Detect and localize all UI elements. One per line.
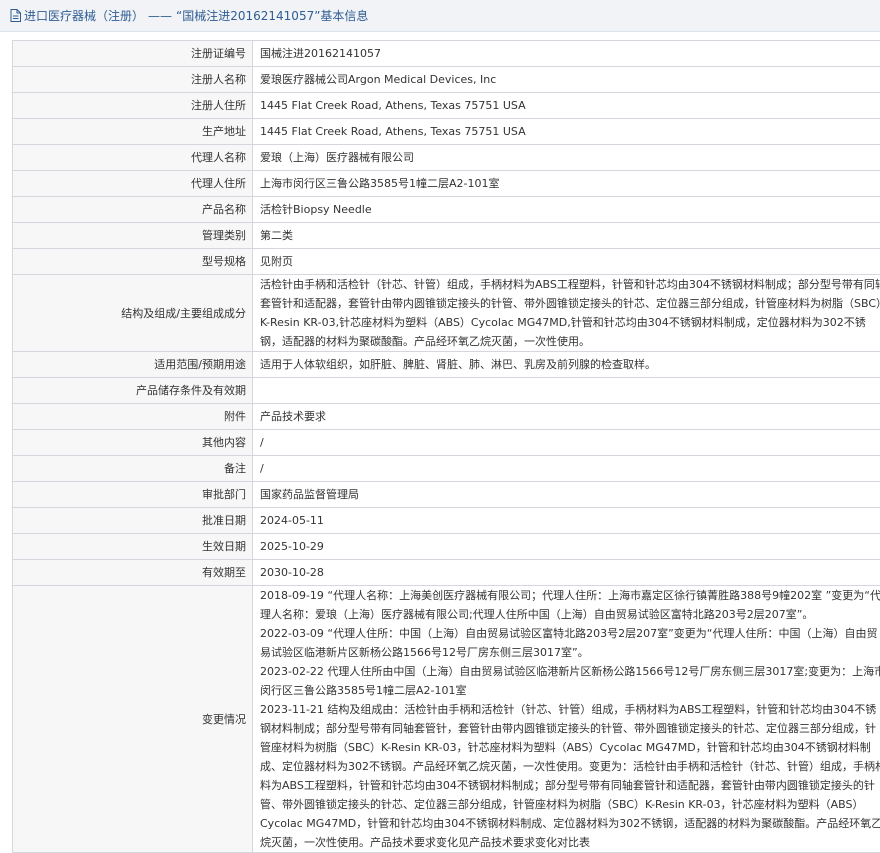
change-entry: 2023-02-22 代理人住所由中国（上海）自由贸易试验区临港新片区新杨公路1… xyxy=(260,662,880,700)
change-entry: 2023-11-21 结构及组成由：活检针由手柄和活检针（针芯、针管）组成，手柄… xyxy=(260,700,880,852)
value-management-class: 第二类 xyxy=(253,223,880,249)
change-entry: 2018-09-19 “代理人名称：上海美创医疗器械有限公司；代理人住所：上海市… xyxy=(260,586,880,624)
value-registrant-name: 爱琅医疗器械公司Argon Medical Devices, Inc xyxy=(253,67,880,93)
label-storage: 产品储存条件及有效期 xyxy=(13,378,253,404)
value-model-spec: 见附页 xyxy=(253,249,880,275)
value-other: / xyxy=(253,430,880,456)
label-changes: 变更情况 xyxy=(13,586,253,853)
row-agent-address: 代理人住所 上海市闵行区三鲁公路3585号1幢二层A2-101室 xyxy=(13,171,880,197)
row-registrant-address: 注册人住所 1445 Flat Creek Road, Athens, Texa… xyxy=(13,93,880,119)
info-table-wrapper: 注册证编号 国械注进20162141057 注册人名称 爱琅医疗器械公司Argo… xyxy=(12,40,880,853)
value-remark: / xyxy=(253,456,880,482)
row-effective-date: 生效日期 2025-10-29 xyxy=(13,534,880,560)
row-product-name: 产品名称 活检针Biopsy Needle xyxy=(13,197,880,223)
row-expiry-date: 有效期至 2030-10-28 xyxy=(13,560,880,586)
row-production-address: 生产地址 1445 Flat Creek Road, Athens, Texas… xyxy=(13,119,880,145)
label-production-address: 生产地址 xyxy=(13,119,253,145)
value-storage xyxy=(253,378,880,404)
value-agent-name: 爱琅（上海）医疗器械有限公司 xyxy=(253,145,880,171)
value-approval-date: 2024-05-11 xyxy=(253,508,880,534)
value-registrant-address: 1445 Flat Creek Road, Athens, Texas 7575… xyxy=(253,93,880,119)
row-approval-date: 批准日期 2024-05-11 xyxy=(13,508,880,534)
row-storage: 产品储存条件及有效期 xyxy=(13,378,880,404)
label-approval-dept: 审批部门 xyxy=(13,482,253,508)
header-separator: —— xyxy=(148,9,172,23)
label-registrant-address: 注册人住所 xyxy=(13,93,253,119)
label-registrant-name: 注册人名称 xyxy=(13,67,253,93)
row-remark: 备注 / xyxy=(13,456,880,482)
label-agent-address: 代理人住所 xyxy=(13,171,253,197)
value-effective-date: 2025-10-29 xyxy=(253,534,880,560)
label-attachment: 附件 xyxy=(13,404,253,430)
info-table: 注册证编号 国械注进20162141057 注册人名称 爱琅医疗器械公司Argo… xyxy=(12,40,880,853)
label-registration-number: 注册证编号 xyxy=(13,41,253,67)
value-attachment: 产品技术要求 xyxy=(253,404,880,430)
label-agent-name: 代理人名称 xyxy=(13,145,253,171)
header-title-suffix: “国械注进20162141057”基本信息 xyxy=(176,7,368,24)
label-expiry-date: 有效期至 xyxy=(13,560,253,586)
label-other: 其他内容 xyxy=(13,430,253,456)
label-approval-date: 批准日期 xyxy=(13,508,253,534)
label-management-class: 管理类别 xyxy=(13,223,253,249)
row-registrant-name: 注册人名称 爱琅医疗器械公司Argon Medical Devices, Inc xyxy=(13,67,880,93)
row-management-class: 管理类别 第二类 xyxy=(13,223,880,249)
row-scope: 适用范围/预期用途 适用于人体软组织，如肝脏、脾脏、肾脏、肺、淋巴、乳房及前列腺… xyxy=(13,352,880,378)
value-approval-dept: 国家药品监督管理局 xyxy=(253,482,880,508)
label-structure: 结构及组成/主要组成成分 xyxy=(13,275,253,352)
value-changes: 2018-09-19 “代理人名称：上海美创医疗器械有限公司；代理人住所：上海市… xyxy=(253,586,880,853)
row-approval-dept: 审批部门 国家药品监督管理局 xyxy=(13,482,880,508)
page-header: 进口医疗器械（注册） —— “国械注进20162141057”基本信息 xyxy=(0,0,880,32)
value-agent-address: 上海市闵行区三鲁公路3585号1幢二层A2-101室 xyxy=(253,171,880,197)
value-product-name: 活检针Biopsy Needle xyxy=(253,197,880,223)
row-structure: 结构及组成/主要组成成分 活检针由手柄和活检针（针芯、针管）组成，手柄材料为AB… xyxy=(13,275,880,352)
label-model-spec: 型号规格 xyxy=(13,249,253,275)
row-registration-number: 注册证编号 国械注进20162141057 xyxy=(13,41,880,67)
label-product-name: 产品名称 xyxy=(13,197,253,223)
label-effective-date: 生效日期 xyxy=(13,534,253,560)
header-title-prefix: 进口医疗器械（注册） xyxy=(24,7,144,24)
value-registration-number: 国械注进20162141057 xyxy=(253,41,880,67)
label-scope: 适用范围/预期用途 xyxy=(13,352,253,378)
value-scope: 适用于人体软组织，如肝脏、脾脏、肾脏、肺、淋巴、乳房及前列腺的检查取样。 xyxy=(253,352,880,378)
value-expiry-date: 2030-10-28 xyxy=(253,560,880,586)
value-structure: 活检针由手柄和活检针（针芯、针管）组成，手柄材料为ABS工程塑料，针管和针芯均由… xyxy=(253,275,880,352)
row-agent-name: 代理人名称 爱琅（上海）医疗器械有限公司 xyxy=(13,145,880,171)
value-production-address: 1445 Flat Creek Road, Athens, Texas 7575… xyxy=(253,119,880,145)
row-attachment: 附件 产品技术要求 xyxy=(13,404,880,430)
document-icon xyxy=(10,9,21,22)
change-entry: 2022-03-09 “代理人住所：中国（上海）自由贸易试验区富特北路203号2… xyxy=(260,624,880,662)
row-other: 其他内容 / xyxy=(13,430,880,456)
label-remark: 备注 xyxy=(13,456,253,482)
row-model-spec: 型号规格 见附页 xyxy=(13,249,880,275)
row-changes: 变更情况 2018-09-19 “代理人名称：上海美创医疗器械有限公司；代理人住… xyxy=(13,586,880,853)
